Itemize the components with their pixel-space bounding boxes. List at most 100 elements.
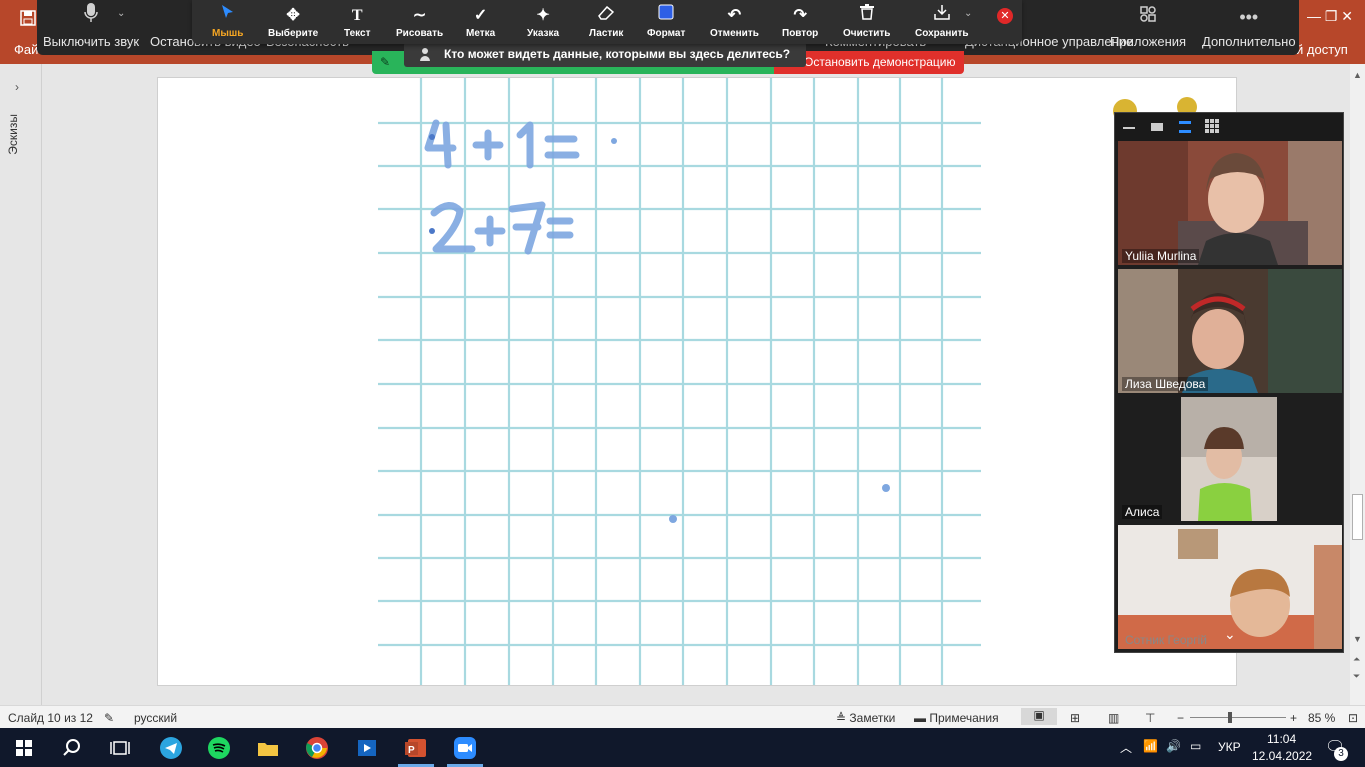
ink-dot (882, 484, 890, 492)
participant-tile[interactable]: Алиса (1118, 397, 1342, 521)
microphone-icon (84, 3, 98, 28)
window-controls[interactable]: — ❐ ✕ (1307, 8, 1353, 25)
notes-icon: ≜ (836, 711, 850, 725)
clock-date[interactable]: 12.04.2022 (1252, 749, 1312, 763)
tool-mouse[interactable]: Мышь (212, 0, 243, 44)
mute-label: Выключить звук (43, 34, 140, 49)
language-indicator[interactable]: русский (134, 711, 177, 725)
pin-icon[interactable]: ✎ (380, 55, 390, 69)
tray-app-icon[interactable]: ▭ (1190, 739, 1201, 753)
scroll-down-icon[interactable]: ▼ (1353, 634, 1362, 644)
mute-options-chevron[interactable]: ⌄ (117, 0, 125, 26)
more-icon: ••• (1239, 7, 1259, 27)
tool-format[interactable]: Формат (647, 0, 685, 44)
search-icon[interactable] (58, 734, 86, 762)
tool-select-label: Выберите (268, 28, 319, 39)
zoom-app-icon[interactable] (451, 734, 479, 762)
vertical-scrollbar[interactable]: ▲ ▼ ⏶ ⏷ (1350, 64, 1365, 705)
zoom-out-button[interactable]: − (1177, 711, 1184, 725)
apps-button[interactable]: Приложения (1110, 0, 1186, 55)
keyboard-language[interactable]: УКР (1218, 740, 1241, 754)
format-icon (658, 4, 674, 25)
tool-stamp[interactable]: ✓ Метка (466, 0, 495, 44)
tool-eraser-label: Ластик (589, 28, 624, 39)
chevron-right-icon[interactable]: › (15, 80, 19, 94)
reading-view-icon[interactable]: ▥ (1108, 711, 1119, 725)
clock-time[interactable]: 11:04 (1267, 732, 1296, 746)
more-button[interactable]: ••• Дополнительно (1202, 0, 1296, 55)
spellcheck-icon[interactable]: ✎ (104, 711, 114, 725)
notes-button[interactable]: ≜ Заметки (836, 711, 895, 725)
movies-app-icon[interactable] (353, 734, 381, 762)
hide-video-icon[interactable] (1151, 123, 1163, 131)
tool-redo[interactable]: ↷ Повтор (782, 0, 818, 44)
participant-tile[interactable]: Сотник Георгій ⌄ (1118, 525, 1342, 649)
tool-undo[interactable]: ↶ Отменить (710, 0, 759, 44)
tool-text-label: Текст (344, 28, 371, 39)
tool-save-label: Сохранить (915, 28, 969, 39)
spotify-icon[interactable] (205, 734, 233, 762)
normal-view-button[interactable]: ▣ (1021, 708, 1057, 725)
scroll-more-icon[interactable]: ⌄ (1224, 626, 1236, 643)
speaker-view-icon[interactable] (1179, 121, 1191, 133)
powerpoint-icon[interactable]: P (402, 734, 430, 762)
share-visibility-tooltip: Кто может видеть данные, которыми вы зде… (404, 42, 806, 67)
thumbnails-pane: › Эскизы (0, 64, 42, 705)
file-explorer-icon[interactable] (254, 734, 282, 762)
task-view-icon[interactable] (106, 734, 134, 762)
save-icon[interactable] (20, 10, 36, 30)
comments-button[interactable]: ▬ Примечания (914, 711, 999, 725)
more-label: Дополнительно (1202, 34, 1296, 49)
person-icon (420, 42, 430, 75)
volume-icon[interactable]: 🔊 (1166, 739, 1181, 753)
notification-count-badge: 3 (1334, 747, 1348, 761)
tool-draw[interactable]: ∼ Рисовать (396, 0, 443, 44)
video-gallery-panel: Yuliia Murlina Лиза Шведова Алиса Сотник… (1114, 112, 1344, 653)
zoom-slider-track[interactable] (1190, 717, 1286, 718)
zoom-slider-thumb[interactable] (1228, 712, 1232, 723)
apps-icon (1139, 5, 1157, 28)
thumbnails-label[interactable]: Эскизы (6, 114, 20, 155)
zoom-level[interactable]: 85 % (1308, 711, 1335, 725)
tool-text[interactable]: T Текст (344, 0, 371, 44)
telegram-icon[interactable] (157, 734, 185, 762)
share-access-menu[interactable]: й доступ (1296, 42, 1348, 57)
tool-select[interactable]: ✥ Выберите (268, 0, 318, 44)
scroll-thumb[interactable] (1352, 494, 1363, 540)
network-icon[interactable]: 📶 (1143, 739, 1158, 753)
fit-slide-icon[interactable]: ⊡ (1348, 711, 1358, 725)
prev-slide-icon[interactable]: ⏶ (1353, 654, 1360, 665)
notes-label: Заметки (849, 711, 896, 725)
scroll-up-icon[interactable]: ▲ (1353, 70, 1362, 80)
participant-video (1181, 397, 1277, 521)
participant-tile[interactable]: Yuliia Murlina (1118, 141, 1342, 265)
tool-spotlight[interactable]: ✦ Указка (527, 0, 559, 44)
windows-start-icon[interactable] (10, 734, 38, 762)
slide-canvas[interactable]: 4 + 1 = 2 + 7 = (157, 77, 1237, 686)
participant-video (1118, 141, 1342, 265)
tray-expand-icon[interactable]: ︿ (1120, 739, 1132, 756)
tool-eraser[interactable]: Ластик (589, 0, 623, 44)
trash-icon (859, 4, 874, 25)
windows-taskbar: P ︿ 📶 🔊 ▭ УКР 11:04 12.04.2022 🗨 3 (0, 728, 1365, 767)
tool-draw-label: Рисовать (396, 28, 444, 39)
slide-sorter-icon[interactable]: ⊞ (1070, 711, 1080, 725)
gallery-view-icon[interactable] (1205, 119, 1219, 136)
minimize-icon[interactable] (1123, 127, 1135, 129)
undo-icon: ↶ (727, 7, 742, 24)
close-annotation-icon[interactable]: ✕ (997, 8, 1013, 24)
chrome-icon[interactable] (303, 734, 331, 762)
zoom-in-button[interactable]: + (1290, 711, 1297, 725)
tool-clear[interactable]: Очистить (843, 0, 890, 44)
slide-counter: Слайд 10 из 12 (8, 711, 93, 725)
save-options-chevron[interactable]: ⌄ (964, 8, 972, 19)
file-menu[interactable]: Фай (14, 42, 38, 57)
eraser-icon (598, 5, 615, 25)
checkmark-icon: ✓ (473, 7, 488, 24)
chevron-down-icon: ⌄ (117, 8, 126, 19)
next-slide-icon[interactable]: ⏷ (1353, 671, 1360, 682)
participant-tile[interactable]: Лиза Шведова (1118, 269, 1342, 393)
slideshow-icon[interactable]: ⊤ (1145, 711, 1155, 725)
tool-save[interactable]: Сохранить (915, 0, 969, 44)
annotation-toolbar: Мышь ✥ Выберите T Текст ∼ Рисовать ✓ Мет… (192, 0, 1022, 44)
